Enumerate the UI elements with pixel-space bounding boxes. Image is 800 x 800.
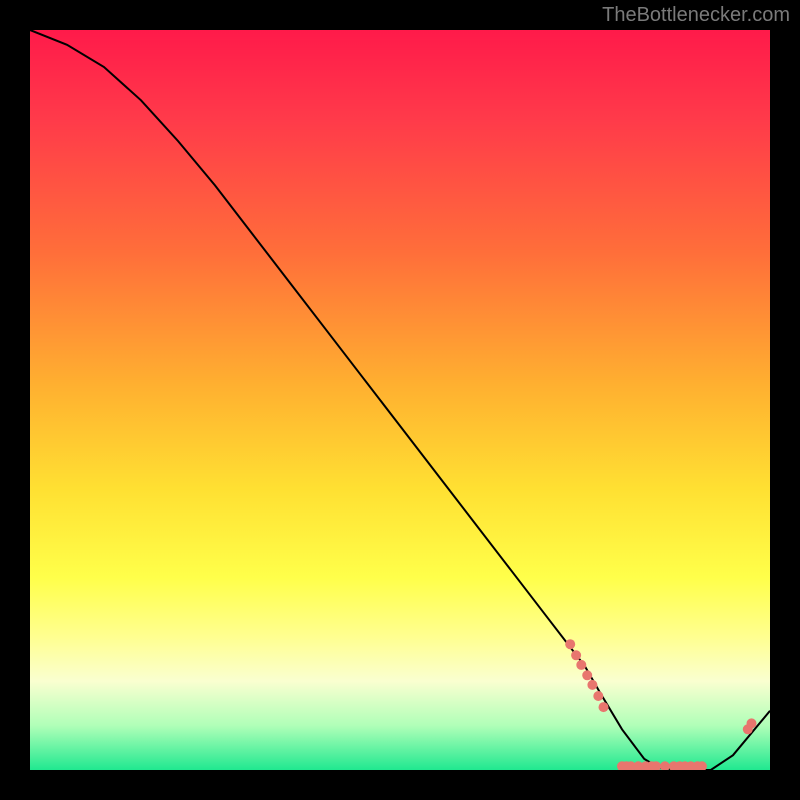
gradient-background xyxy=(30,30,770,770)
plot-area xyxy=(30,30,770,770)
attribution-text: TheBottlenecker.com xyxy=(602,4,790,27)
